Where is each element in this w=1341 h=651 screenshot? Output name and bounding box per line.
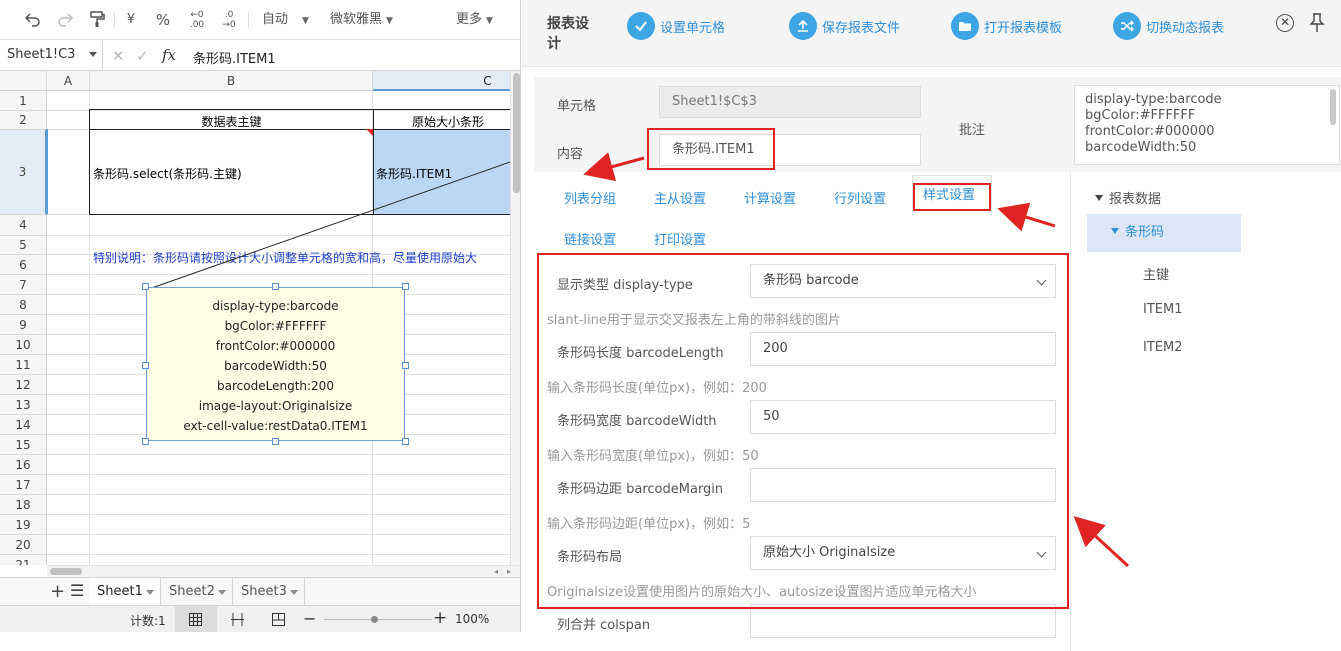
arrow-to-content [583,152,645,182]
arrow-to-style-tab [997,202,1056,232]
annotation-arrows [583,152,1130,568]
arrow-to-form [1073,515,1130,568]
